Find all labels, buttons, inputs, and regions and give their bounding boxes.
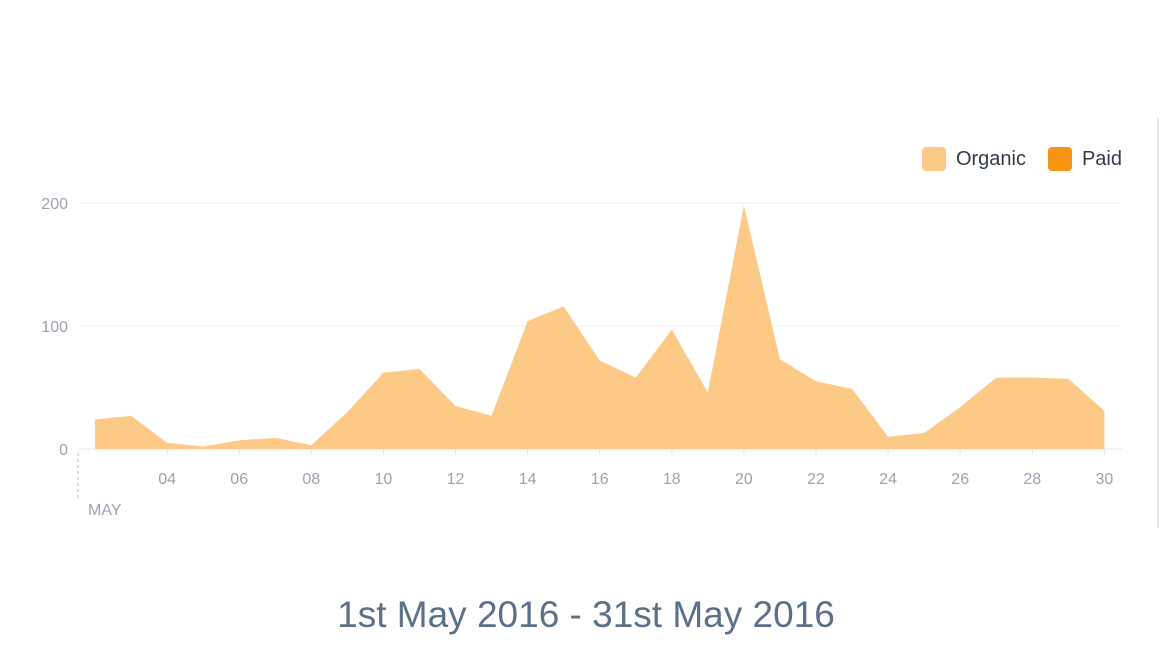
x-tick-label-14: 14	[519, 471, 537, 488]
y-tick-label-0: 0	[59, 442, 68, 459]
date-range-label: 1st May 2016 - 31st May 2016	[337, 594, 835, 635]
legend-item-organic[interactable]: Organic	[921, 147, 1026, 171]
x-tick-label-30: 30	[1096, 471, 1114, 488]
x-tick-label-18: 18	[663, 471, 681, 488]
legend-label-organic: Organic	[955, 147, 1026, 170]
x-tick-label-10: 10	[375, 471, 393, 488]
x-tick-label-12: 12	[447, 471, 465, 488]
legend-swatch-paid	[1047, 147, 1072, 171]
legend: Organic Paid	[921, 147, 1122, 171]
x-tick-label-06: 06	[230, 471, 248, 488]
series-area-organic	[95, 205, 1105, 449]
x-month-label: MAY	[88, 502, 122, 519]
x-tick-label-20: 20	[735, 471, 753, 488]
y-tick-label-200: 200	[41, 196, 68, 213]
area-chart: 0 100 200 04 06 08 10 12 14 16 18 20 22 24 26 28 30 MAY	[41, 118, 1159, 528]
y-tick-label-100: 100	[41, 319, 68, 336]
legend-item-paid[interactable]: Paid	[1047, 147, 1122, 171]
x-tick-label-08: 08	[302, 471, 320, 488]
series-areas	[95, 205, 1105, 449]
x-tick-label-26: 26	[951, 471, 969, 488]
axes: 0 100 200 04 06 08 10 12 14 16 18 20 22 24 26 28 30 MAY	[41, 118, 1159, 528]
legend-label-paid: Paid	[1081, 147, 1122, 170]
x-tick-label-16: 16	[591, 471, 609, 488]
legend-swatch-organic	[921, 147, 946, 171]
x-tick-label-04: 04	[158, 471, 176, 488]
x-tick-label-28: 28	[1023, 471, 1041, 488]
x-tick-label-22: 22	[807, 471, 825, 488]
x-tick-label-24: 24	[879, 471, 897, 488]
